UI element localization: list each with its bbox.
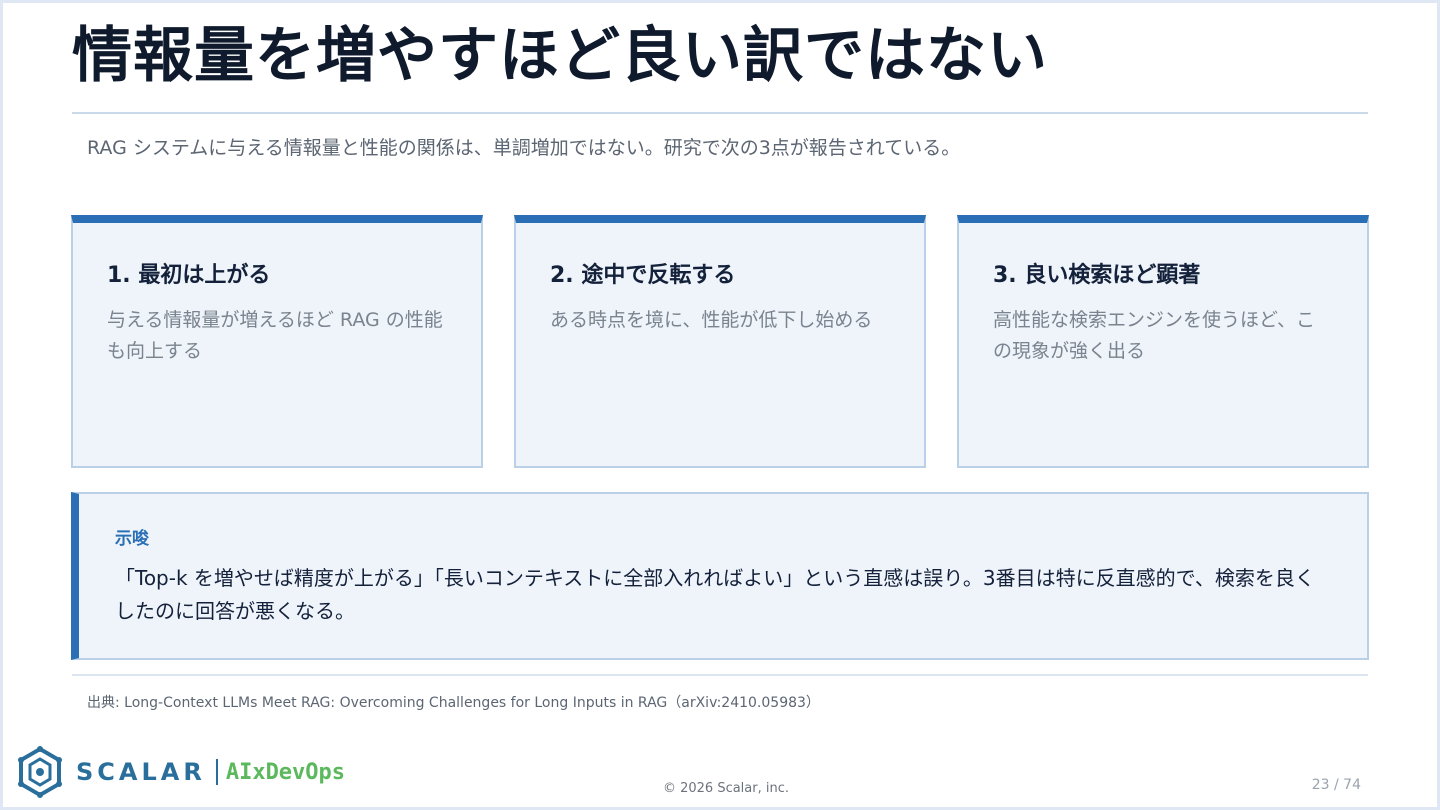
insight-body: 「Top-k を増やせば精度が上がる」「長いコンテキストに全部入れればよい」とい…: [115, 566, 1315, 623]
finding-card-title: 2. 途中で反転する: [550, 263, 736, 288]
page-number: 23 / 74: [1311, 777, 1361, 793]
finding-card-1: 1. 最初は上がる 与える情報量が増えるほど RAG の性能も向上する: [71, 215, 483, 468]
finding-card-body: 与える情報量が増えるほど RAG の性能も向上する: [107, 309, 443, 362]
lead-text: RAG システムに与える情報量と性能の関係は、単調増加ではない。研究で次の3点が…: [87, 137, 961, 159]
finding-card-title: 3. 良い検索ほど顕著: [993, 263, 1201, 288]
insight-box: 示唆 「Top-k を増やせば精度が上がる」「長いコンテキストに全部入れればよい…: [71, 492, 1369, 660]
finding-card-body: 高性能な検索エンジンを使うほど、この現象が強く出る: [993, 309, 1316, 362]
source-citation: 出典: Long-Context LLMs Meet RAG: Overcomi…: [87, 695, 820, 711]
finding-card-3: 3. 良い検索ほど顕著 高性能な検索エンジンを使うほど、この現象が強く出る: [957, 215, 1369, 468]
slide-title: 情報量を増やすほど良い訳ではない: [72, 21, 1048, 91]
title-divider: [72, 112, 1368, 114]
finding-card-body: ある時点を境に、性能が低下し始める: [550, 309, 873, 331]
insight-label: 示唆: [115, 529, 149, 549]
copyright: © 2026 Scalar, inc.: [662, 781, 790, 796]
finding-card-title: 1. 最初は上がる: [107, 263, 271, 288]
finding-card-2: 2. 途中で反転する ある時点を境に、性能が低下し始める: [514, 215, 926, 468]
source-divider: [72, 674, 1368, 676]
